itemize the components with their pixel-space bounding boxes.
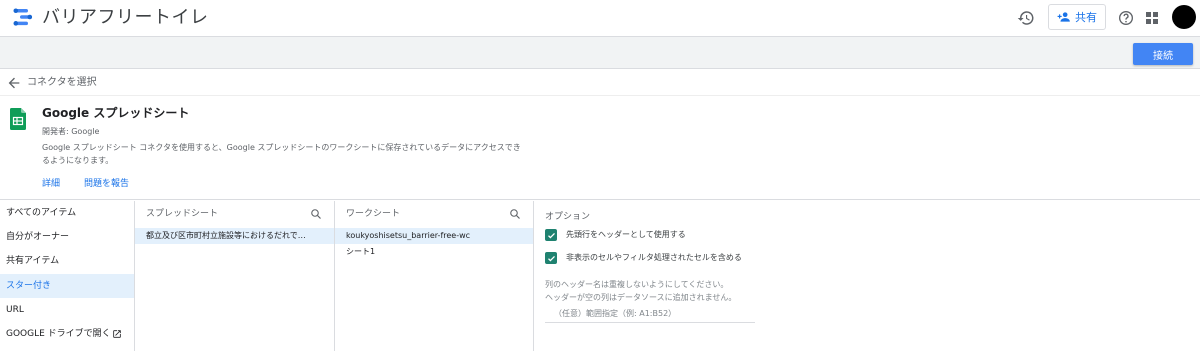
worksheet-row[interactable]: koukyoshisetsu_barrier-free-wc [335,228,533,244]
report-title[interactable]: バリアフリートイレ [42,6,209,30]
spreadsheet-header: スプレッドシート [135,201,334,227]
data-studio-logo-icon[interactable] [12,6,34,28]
use-header-row-label[interactable]: 先頭行をヘッダーとして使用する [566,229,686,241]
header-note-line: 列のヘッダー名は重複しないようにしてください。 [545,280,729,289]
connector-description-line: るようになります。 [42,156,114,165]
source-sidebar: すべてのアイテム 自分がオーナー 共有アイテム スター付き URL GOOGLE… [0,201,135,351]
sidebar-item-url[interactable]: URL [0,298,134,322]
options-header: オプション [545,212,591,222]
top-bar: バリアフリートイレ 共有 [0,0,1200,37]
connector-developer: 開発者: Google [42,127,100,136]
connector-description: Google スプレッドシート コネクタを使用すると、Google スプレッドシ… [42,141,542,167]
breadcrumb: コネクタを選択 [0,70,1200,96]
share-label: 共有 [1075,11,1097,24]
worksheet-row[interactable]: シート1 [335,244,533,260]
worksheet-header-label: ワークシート [346,209,401,219]
report-issue-link[interactable]: 問題を報告 [84,178,129,190]
range-input[interactable]: （任意）範囲指定（例: A1:B52） [545,305,755,323]
back-arrow-icon[interactable] [6,75,22,91]
details-link[interactable]: 詳細 [42,178,60,190]
include-hidden-cells-label[interactable]: 非表示のセルやフィルタ処理されたセルを含める [566,252,742,264]
worksheet-header: ワークシート [335,201,533,227]
sidebar-item-shared[interactable]: 共有アイテム [0,249,134,273]
action-bar: 接続 [0,37,1200,69]
open-in-new-icon [113,330,121,338]
share-button[interactable]: 共有 [1048,4,1106,30]
connector-description-line: Google スプレッドシート コネクタを使用すると、Google スプレッドシ… [42,143,521,152]
google-sheets-icon [10,108,26,130]
sidebar-item-owned[interactable]: 自分がオーナー [0,225,134,249]
add-person-icon [1057,12,1070,22]
options-panel: オプション 先頭行をヘッダーとして使用する 非表示のセルやフィルタ処理されたセル… [534,201,1200,351]
apps-grid-icon[interactable] [1141,7,1163,29]
check-icon [547,255,555,261]
sidebar-item-starred[interactable]: スター付き [0,274,134,298]
spreadsheet-header-label: スプレッドシート [146,209,219,219]
connect-button[interactable]: 接続 [1133,43,1193,65]
header-note: 列のヘッダー名は重複しないようにしてください。 ヘッダーが空の列はデータソースに… [545,278,736,304]
header-note-line: ヘッダーが空の列はデータソースに追加されません。 [545,293,737,302]
use-header-row-checkbox[interactable] [545,229,557,241]
breadcrumb-label[interactable]: コネクタを選択 [27,75,97,91]
include-hidden-cells-checkbox[interactable] [545,252,557,264]
worksheet-column: ワークシート koukyoshisetsu_barrier-free-wc シー… [335,201,534,351]
search-icon[interactable] [509,208,521,220]
spreadsheet-column: スプレッドシート 都立及び区市町村立施設等におけるだれで… [135,201,335,351]
version-history-icon[interactable] [1015,7,1037,29]
connector-name: Google スプレッドシート [42,106,190,120]
spreadsheet-row[interactable]: 都立及び区市町村立施設等におけるだれで… [135,228,334,244]
connector-info: Google スプレッドシート 開発者: Google Google スプレッド… [0,96,1200,200]
help-icon[interactable] [1115,7,1137,29]
sidebar-item-label: GOOGLE ドライブで開く [6,329,111,339]
avatar[interactable] [1172,5,1196,29]
sidebar-item-all[interactable]: すべてのアイテム [0,201,134,225]
check-icon [547,232,555,238]
search-icon[interactable] [310,208,322,220]
sidebar-item-open-drive[interactable]: GOOGLE ドライブで開く [0,322,134,346]
